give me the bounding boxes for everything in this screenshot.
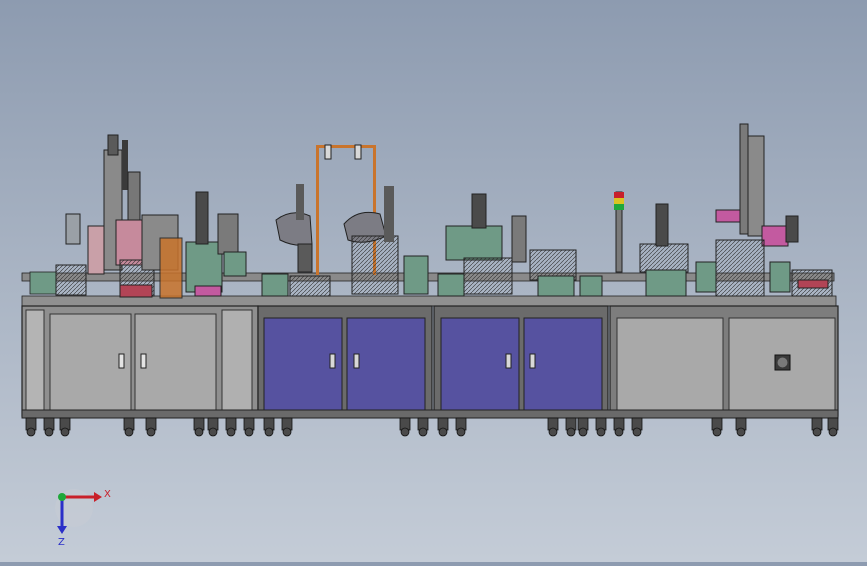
cabinet-door [134,313,217,412]
scara-robot-left [275,212,313,246]
cabinet-module-1 [21,305,259,417]
door-handle [505,353,512,369]
axis-triad: X Z [55,489,111,548]
cabinet-door [523,317,603,412]
station-module-4 [639,123,833,297]
x-axis-label: X [104,489,111,500]
cabinet-module-2 [257,305,433,417]
door-handle [353,353,360,369]
door-handle [140,353,147,369]
station-module-1 [29,134,247,299]
y-axis-dot [58,493,66,501]
cabinet-module-3 [433,305,609,417]
base-rail [21,409,839,419]
caster-feet [25,417,839,437]
door-handle [118,353,125,369]
z-axis-label: Z [58,537,65,548]
door-handle [529,353,536,369]
assembly-line-drawing: X Z [21,123,839,548]
cabinet-door [616,317,724,412]
cad-viewport[interactable]: X Z [0,0,867,562]
door-handle [329,353,336,369]
station-module-3 [437,191,624,297]
cabinet-module-4 [609,305,839,417]
